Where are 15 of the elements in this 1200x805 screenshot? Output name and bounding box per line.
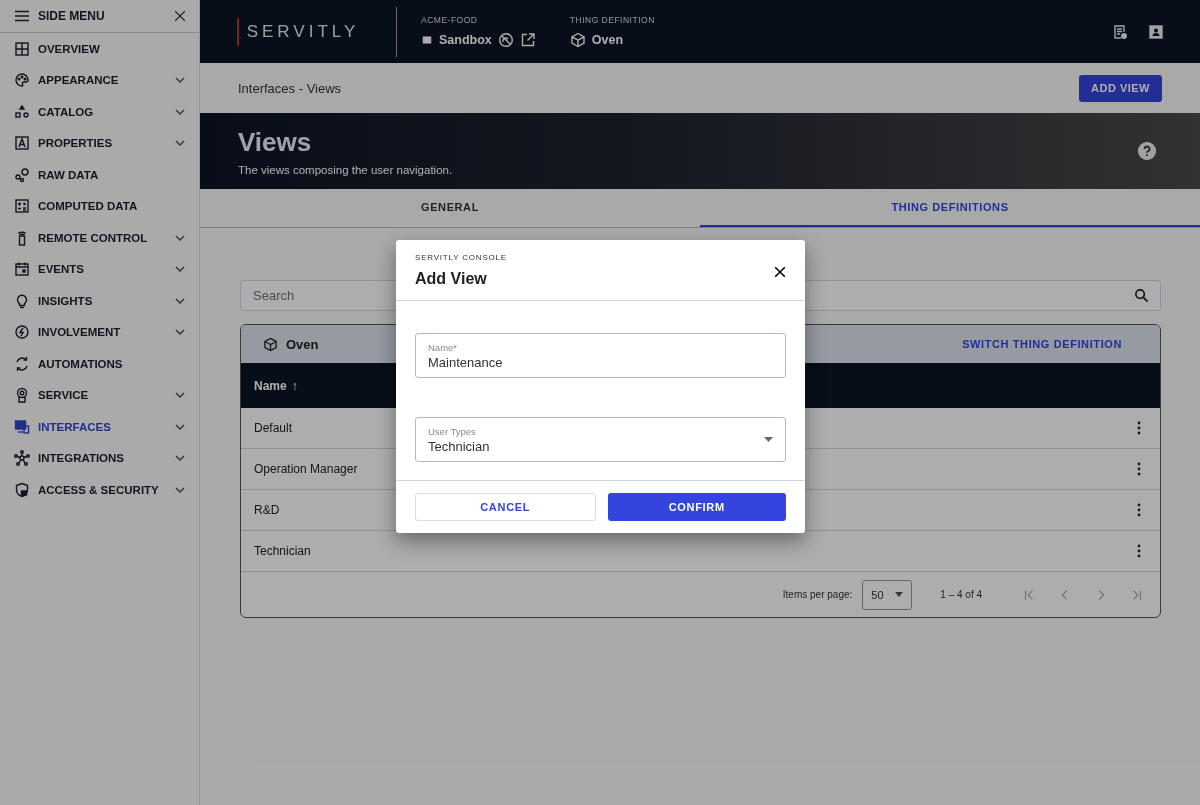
- table-cell: R&D: [254, 503, 280, 517]
- table-cell: Technician: [254, 544, 311, 558]
- table-cell: Operation Manager: [254, 462, 358, 476]
- page-range: 1 – 4 of 4: [940, 589, 982, 600]
- page-title: Views: [238, 126, 313, 158]
- dialog-overline: SERVITLY CONSOLE: [415, 253, 507, 262]
- breadcrumb: Interfaces - Views: [238, 80, 342, 96]
- page-subtitle: The views composing the user navigation.: [238, 163, 453, 176]
- card-title: Oven: [286, 336, 319, 352]
- sort-arrow: ↑: [291, 378, 298, 393]
- thing-definition-label: THING DEFINITION: [569, 15, 655, 25]
- tenant-label: ACME-FOOD: [421, 15, 479, 25]
- items-per-page-label: Items per page:: [782, 589, 853, 600]
- table-cell: Default: [254, 421, 293, 435]
- side-menu-title: SIDE MENU: [38, 9, 106, 23]
